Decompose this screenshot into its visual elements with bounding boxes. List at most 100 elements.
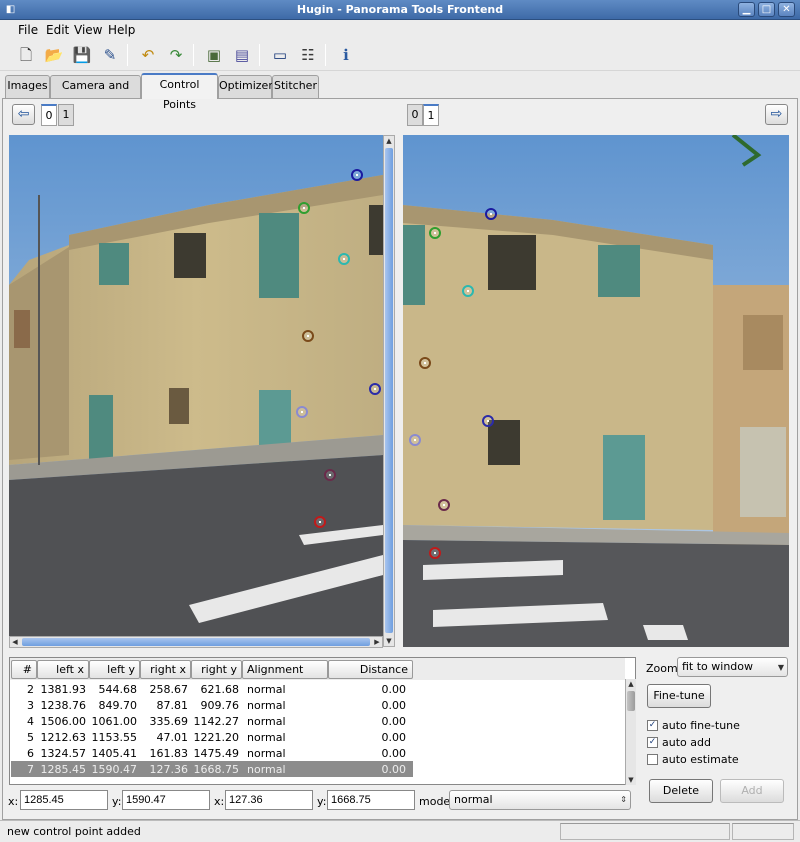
- right-image-tab-1[interactable]: 1: [423, 104, 439, 126]
- menu-view[interactable]: View: [74, 23, 102, 37]
- left-x-label: x:: [8, 795, 19, 808]
- add-image-icon[interactable]: ▣: [202, 43, 226, 67]
- save-icon[interactable]: 💾: [70, 43, 94, 67]
- control-point-3[interactable]: [429, 227, 441, 239]
- control-point-2[interactable]: [351, 169, 363, 181]
- table-row[interactable]: 2 1381.93 544.68 258.67 621.68 normal 0.00: [11, 681, 413, 697]
- table-row[interactable]: 3 1238.76 849.70 87.81 909.76 normal 0.00: [11, 697, 413, 713]
- scroll-right-icon[interactable]: ▶: [372, 637, 382, 647]
- auto-estimate-checkbox[interactable]: [647, 754, 658, 765]
- column-header-number[interactable]: #: [11, 660, 37, 679]
- optimize-icon[interactable]: ☷: [296, 43, 320, 67]
- window-title: Hugin - Panorama Tools Frontend: [296, 3, 504, 16]
- tab-optimizer[interactable]: Optimizer: [218, 75, 273, 98]
- column-header-alignment[interactable]: Alignment: [242, 660, 328, 679]
- left-x-field[interactable]: [20, 790, 108, 810]
- scroll-up-icon[interactable]: ▲: [384, 136, 394, 146]
- column-header-right-y[interactable]: right y: [191, 660, 242, 679]
- control-point-9[interactable]: [429, 547, 441, 559]
- redo-icon[interactable]: ↷: [164, 43, 188, 67]
- cell-right-x: 127.36: [149, 763, 189, 776]
- delete-button[interactable]: Delete: [649, 779, 713, 803]
- right-image-tab-0[interactable]: 0: [407, 104, 423, 126]
- undo-icon[interactable]: ↶: [136, 43, 160, 67]
- right-x-label: x:: [214, 795, 225, 808]
- control-point-6[interactable]: [369, 383, 381, 395]
- control-point-4[interactable]: [462, 285, 474, 297]
- minimize-button[interactable]: ▁: [738, 2, 755, 17]
- new-project-icon[interactable]: 🗋: [14, 43, 38, 67]
- scroll-up-icon[interactable]: ▲: [626, 679, 636, 689]
- left-image-vertical-scroll-thumb[interactable]: [385, 148, 393, 633]
- control-point-5[interactable]: [302, 330, 314, 342]
- right-image-view[interactable]: [403, 135, 789, 647]
- fine-tune-button[interactable]: Fine-tune: [647, 684, 711, 708]
- menu-help[interactable]: Help: [108, 23, 135, 37]
- control-point-9[interactable]: [314, 516, 326, 528]
- close-button[interactable]: ✕: [778, 2, 795, 17]
- cell-right-x: 87.81: [156, 699, 189, 712]
- left-image-tab-1[interactable]: 1: [58, 104, 74, 126]
- open-project-icon[interactable]: 📂: [42, 43, 66, 67]
- tab-images[interactable]: Images: [5, 75, 50, 98]
- control-point-7[interactable]: [296, 406, 308, 418]
- cell-left-x: 1324.57: [40, 747, 87, 760]
- control-point-4[interactable]: [338, 253, 350, 265]
- add-images-series-icon[interactable]: ▤: [230, 43, 254, 67]
- cell-number: 3: [27, 699, 34, 712]
- control-point-2[interactable]: [485, 208, 497, 220]
- cell-alignment: normal: [247, 763, 286, 776]
- left-image-horizontal-scroll-thumb[interactable]: [22, 638, 370, 646]
- previous-image-button[interactable]: ⇦: [12, 104, 35, 125]
- zoom-select[interactable]: fit to window ▼: [677, 657, 788, 677]
- control-point-3[interactable]: [298, 202, 310, 214]
- tab-control-points[interactable]: Control Points: [141, 73, 218, 111]
- column-header-distance[interactable]: Distance: [328, 660, 413, 679]
- table-scroll-thumb[interactable]: [627, 691, 635, 711]
- control-point-7[interactable]: [409, 434, 421, 446]
- scroll-left-icon[interactable]: ◀: [10, 637, 20, 647]
- column-header-right-x[interactable]: right x: [140, 660, 191, 679]
- tab-stitcher[interactable]: Stitcher: [272, 75, 319, 98]
- maximize-button[interactable]: □: [758, 2, 775, 17]
- scroll-down-icon[interactable]: ▼: [384, 636, 394, 646]
- tab-camera-and-lens[interactable]: Camera and Lens: [50, 75, 141, 112]
- left-image-vertical-scrollbar[interactable]: ▲ ▼: [383, 135, 395, 647]
- menu-file[interactable]: File: [18, 23, 38, 37]
- right-y-field[interactable]: [327, 790, 415, 810]
- scroll-down-icon[interactable]: ▼: [626, 775, 636, 785]
- table-row[interactable]: 4 1506.00 1061.00 335.69 1142.27 normal 0.00: [11, 713, 413, 729]
- next-image-button[interactable]: ⇨: [765, 104, 788, 125]
- control-point-5[interactable]: [419, 357, 431, 369]
- cell-distance: 0.00: [381, 683, 407, 696]
- auto-add-checkbox[interactable]: ✓: [647, 737, 658, 748]
- add-button: Add: [720, 779, 784, 803]
- menu-edit[interactable]: Edit: [46, 23, 69, 37]
- table-row[interactable]: 7 1285.45 1590.47 127.36 1668.75 normal 0.00: [11, 761, 413, 777]
- about-icon[interactable]: ℹ: [334, 43, 358, 67]
- cell-left-x: 1238.76: [40, 699, 87, 712]
- right-y-label: y:: [317, 795, 327, 808]
- control-point-6[interactable]: [482, 415, 494, 427]
- left-image-horizontal-scrollbar[interactable]: ◀ ▶: [9, 636, 383, 648]
- cell-right-x: 47.01: [156, 731, 189, 744]
- cell-left-x: 1285.45: [40, 763, 87, 776]
- left-image-view[interactable]: [9, 135, 383, 636]
- auto-fine-tune-checkbox[interactable]: ✓: [647, 720, 658, 731]
- control-point-8[interactable]: [438, 499, 450, 511]
- table-scrollbar[interactable]: ▲ ▼: [625, 679, 636, 785]
- status-field-2: [560, 823, 730, 840]
- table-row[interactable]: 5 1212.63 1153.55 47.01 1221.20 normal 0.00: [11, 729, 413, 745]
- right-x-field[interactable]: [225, 790, 313, 810]
- left-image-tab-0[interactable]: 0: [41, 104, 57, 126]
- mode-select[interactable]: normal ⇕: [449, 790, 631, 810]
- column-header-left-y[interactable]: left y: [89, 660, 140, 679]
- table-row[interactable]: 6 1324.57 1405.41 161.83 1475.49 normal 0.00: [11, 745, 413, 761]
- preview-icon[interactable]: ▭: [268, 43, 292, 67]
- save-as-icon[interactable]: ✎: [98, 43, 122, 67]
- cell-number: 2: [27, 683, 34, 696]
- left-y-field[interactable]: [122, 790, 210, 810]
- cell-right-y: 1668.75: [193, 763, 240, 776]
- column-header-left-x[interactable]: left x: [37, 660, 89, 679]
- control-point-8[interactable]: [324, 469, 336, 481]
